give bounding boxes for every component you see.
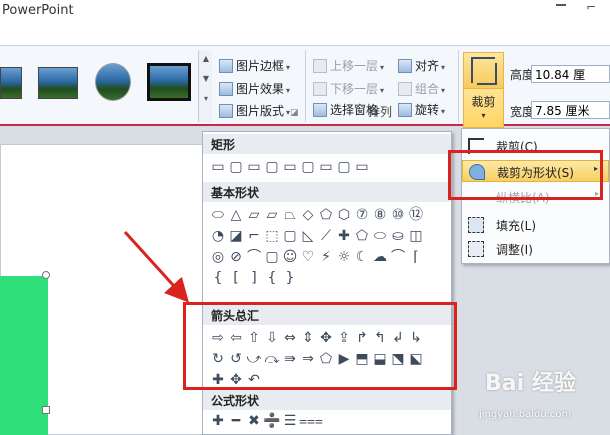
red-annotation-arrow	[123, 230, 190, 303]
highlight-box-arrows	[183, 302, 457, 390]
baidu-watermark-logo: Bai 经验	[485, 371, 576, 396]
highlight-box-menu	[448, 150, 603, 200]
baidu-watermark-url: jingyan.baidu.com	[479, 409, 572, 420]
